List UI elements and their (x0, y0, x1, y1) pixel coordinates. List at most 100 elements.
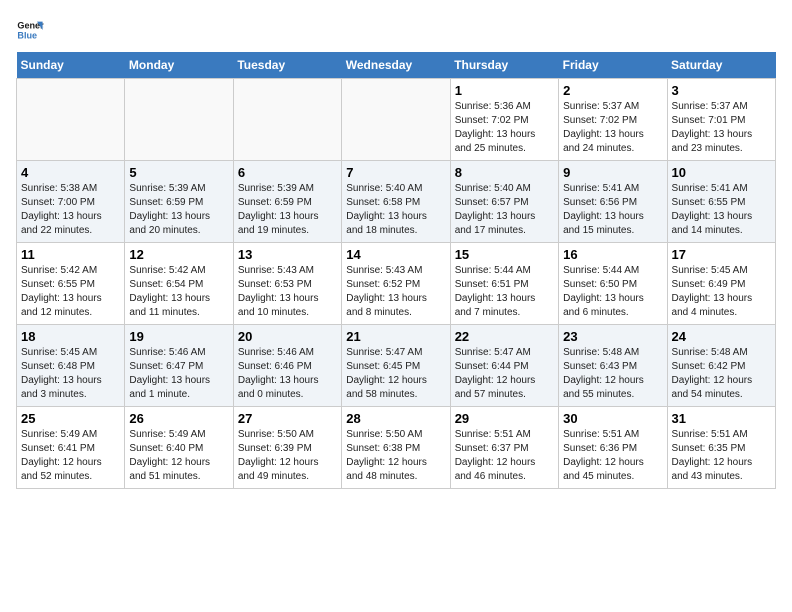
day-info: Sunrise: 5:43 AM Sunset: 6:53 PM Dayligh… (238, 264, 337, 320)
weekday-header-monday: Monday (125, 52, 233, 79)
day-info: Sunrise: 5:45 AM Sunset: 6:48 PM Dayligh… (21, 346, 120, 402)
day-info: Sunrise: 5:51 AM Sunset: 6:37 PM Dayligh… (455, 428, 554, 484)
day-number: 6 (238, 165, 337, 180)
calendar-cell: 13Sunrise: 5:43 AM Sunset: 6:53 PM Dayli… (233, 243, 341, 325)
day-info: Sunrise: 5:37 AM Sunset: 7:02 PM Dayligh… (563, 100, 662, 156)
calendar-cell (342, 79, 450, 161)
day-number: 25 (21, 411, 120, 426)
calendar-cell: 11 Sunrise: 5:42 AM Sunset: 6:55 PM Dayli… (17, 243, 125, 325)
day-info: Sunrise: 5:40 AM Sunset: 6:57 PM Dayligh… (455, 182, 554, 238)
day-number: 12 (129, 247, 228, 262)
calendar-cell: 27 Sunrise: 5:50 AM Sunset: 6:39 PM Dayli… (233, 407, 341, 489)
calendar-cell: 9 Sunrise: 5:41 AM Sunset: 6:56 PM Daylig… (559, 161, 667, 243)
weekday-header-wednesday: Wednesday (342, 52, 450, 79)
day-info: Sunrise: 5:41 AM Sunset: 6:56 PM Dayligh… (563, 182, 662, 238)
calendar-cell: 20Sunrise: 5:46 AM Sunset: 6:46 PM Dayli… (233, 325, 341, 407)
day-info: Sunrise: 5:39 AM Sunset: 6:59 PM Dayligh… (129, 182, 228, 238)
day-info: Sunrise: 5:39 AM Sunset: 6:59 PM Dayligh… (238, 182, 337, 238)
calendar-cell: 19 Sunrise: 5:46 AM Sunset: 6:47 PM Dayli… (125, 325, 233, 407)
day-number: 23 (563, 329, 662, 344)
day-info: Sunrise: 5:36 AM Sunset: 7:02 PM Dayligh… (455, 100, 554, 156)
calendar-cell: 3Sunrise: 5:37 AM Sunset: 7:01 PM Daylig… (667, 79, 775, 161)
weekday-row: SundayMondayTuesdayWednesdayThursdayFrid… (17, 52, 776, 79)
day-number: 22 (455, 329, 554, 344)
day-info: Sunrise: 5:40 AM Sunset: 6:58 PM Dayligh… (346, 182, 445, 238)
calendar-cell: 21Sunrise: 5:47 AM Sunset: 6:45 PM Dayli… (342, 325, 450, 407)
day-number: 24 (672, 329, 771, 344)
weekday-header-saturday: Saturday (667, 52, 775, 79)
calendar-cell: 16 Sunrise: 5:44 AM Sunset: 6:50 PM Dayli… (559, 243, 667, 325)
day-info: Sunrise: 5:46 AM Sunset: 6:47 PM Dayligh… (129, 346, 228, 402)
calendar-cell: 14Sunrise: 5:43 AM Sunset: 6:52 PM Dayli… (342, 243, 450, 325)
day-number: 26 (129, 411, 228, 426)
calendar-cell: 31 Sunrise: 5:51 AM Sunset: 6:35 PM Dayli… (667, 407, 775, 489)
calendar-cell: 30Sunrise: 5:51 AM Sunset: 6:36 PM Dayli… (559, 407, 667, 489)
day-number: 4 (21, 165, 120, 180)
day-info: Sunrise: 5:44 AM Sunset: 6:50 PM Dayligh… (563, 264, 662, 320)
day-number: 16 (563, 247, 662, 262)
day-number: 18 (21, 329, 120, 344)
day-number: 11 (21, 247, 120, 262)
day-info: Sunrise: 5:43 AM Sunset: 6:52 PM Dayligh… (346, 264, 445, 320)
calendar-cell (233, 79, 341, 161)
calendar-cell: 8Sunrise: 5:40 AM Sunset: 6:57 PM Daylig… (450, 161, 558, 243)
calendar-cell: 25Sunrise: 5:49 AM Sunset: 6:41 PM Dayli… (17, 407, 125, 489)
weekday-header-sunday: Sunday (17, 52, 125, 79)
day-number: 31 (672, 411, 771, 426)
day-info: Sunrise: 5:48 AM Sunset: 6:42 PM Dayligh… (672, 346, 771, 402)
day-info: Sunrise: 5:41 AM Sunset: 6:55 PM Dayligh… (672, 182, 771, 238)
calendar-cell (17, 79, 125, 161)
day-number: 9 (563, 165, 662, 180)
calendar-cell: 17Sunrise: 5:45 AM Sunset: 6:49 PM Dayli… (667, 243, 775, 325)
day-info: Sunrise: 5:42 AM Sunset: 6:54 PM Dayligh… (129, 264, 228, 320)
day-number: 27 (238, 411, 337, 426)
day-info: Sunrise: 5:44 AM Sunset: 6:51 PM Dayligh… (455, 264, 554, 320)
day-info: Sunrise: 5:46 AM Sunset: 6:46 PM Dayligh… (238, 346, 337, 402)
calendar-cell: 1 Sunrise: 5:36 AM Sunset: 7:02 PM Daylig… (450, 79, 558, 161)
calendar-cell: 12 Sunrise: 5:42 AM Sunset: 6:54 PM Dayli… (125, 243, 233, 325)
calendar-cell: 22 Sunrise: 5:47 AM Sunset: 6:44 PM Dayli… (450, 325, 558, 407)
page-header: General Blue (16, 16, 776, 44)
calendar-cell: 15Sunrise: 5:44 AM Sunset: 6:51 PM Dayli… (450, 243, 558, 325)
calendar-cell: 26 Sunrise: 5:49 AM Sunset: 6:40 PM Dayli… (125, 407, 233, 489)
calendar-cell: 29 Sunrise: 5:51 AM Sunset: 6:37 PM Dayli… (450, 407, 558, 489)
calendar-cell (125, 79, 233, 161)
svg-text:Blue: Blue (17, 30, 37, 40)
day-number: 1 (455, 83, 554, 98)
day-info: Sunrise: 5:51 AM Sunset: 6:35 PM Dayligh… (672, 428, 771, 484)
day-number: 29 (455, 411, 554, 426)
calendar-cell: 18 Sunrise: 5:45 AM Sunset: 6:48 PM Dayli… (17, 325, 125, 407)
calendar-week-row: 11 Sunrise: 5:42 AM Sunset: 6:55 PM Dayli… (17, 243, 776, 325)
calendar-week-row: 1 Sunrise: 5:36 AM Sunset: 7:02 PM Daylig… (17, 79, 776, 161)
calendar-cell: 28Sunrise: 5:50 AM Sunset: 6:38 PM Dayli… (342, 407, 450, 489)
calendar-cell: 10 Sunrise: 5:41 AM Sunset: 6:55 PM Dayli… (667, 161, 775, 243)
day-info: Sunrise: 5:47 AM Sunset: 6:44 PM Dayligh… (455, 346, 554, 402)
calendar-cell: 5 Sunrise: 5:39 AM Sunset: 6:59 PM Daylig… (125, 161, 233, 243)
calendar-week-row: 18 Sunrise: 5:45 AM Sunset: 6:48 PM Dayli… (17, 325, 776, 407)
calendar-cell: 4Sunrise: 5:38 AM Sunset: 7:00 PM Daylig… (17, 161, 125, 243)
day-number: 21 (346, 329, 445, 344)
day-number: 3 (672, 83, 771, 98)
day-number: 5 (129, 165, 228, 180)
day-info: Sunrise: 5:45 AM Sunset: 6:49 PM Dayligh… (672, 264, 771, 320)
calendar-cell: 23 Sunrise: 5:48 AM Sunset: 6:43 PM Dayli… (559, 325, 667, 407)
weekday-header-thursday: Thursday (450, 52, 558, 79)
calendar-table: SundayMondayTuesdayWednesdayThursdayFrid… (16, 52, 776, 489)
day-info: Sunrise: 5:48 AM Sunset: 6:43 PM Dayligh… (563, 346, 662, 402)
day-number: 30 (563, 411, 662, 426)
day-info: Sunrise: 5:49 AM Sunset: 6:40 PM Dayligh… (129, 428, 228, 484)
calendar-cell: 24 Sunrise: 5:48 AM Sunset: 6:42 PM Dayli… (667, 325, 775, 407)
calendar-cell: 2Sunrise: 5:37 AM Sunset: 7:02 PM Daylig… (559, 79, 667, 161)
calendar-week-row: 25Sunrise: 5:49 AM Sunset: 6:41 PM Dayli… (17, 407, 776, 489)
day-info: Sunrise: 5:50 AM Sunset: 6:39 PM Dayligh… (238, 428, 337, 484)
day-info: Sunrise: 5:50 AM Sunset: 6:38 PM Dayligh… (346, 428, 445, 484)
day-info: Sunrise: 5:42 AM Sunset: 6:55 PM Dayligh… (21, 264, 120, 320)
day-number: 19 (129, 329, 228, 344)
calendar-cell: 6 Sunrise: 5:39 AM Sunset: 6:59 PM Daylig… (233, 161, 341, 243)
calendar-week-row: 4Sunrise: 5:38 AM Sunset: 7:00 PM Daylig… (17, 161, 776, 243)
calendar-body: 1 Sunrise: 5:36 AM Sunset: 7:02 PM Daylig… (17, 79, 776, 489)
logo: General Blue (16, 16, 48, 44)
day-number: 10 (672, 165, 771, 180)
calendar-header: SundayMondayTuesdayWednesdayThursdayFrid… (17, 52, 776, 79)
day-number: 7 (346, 165, 445, 180)
